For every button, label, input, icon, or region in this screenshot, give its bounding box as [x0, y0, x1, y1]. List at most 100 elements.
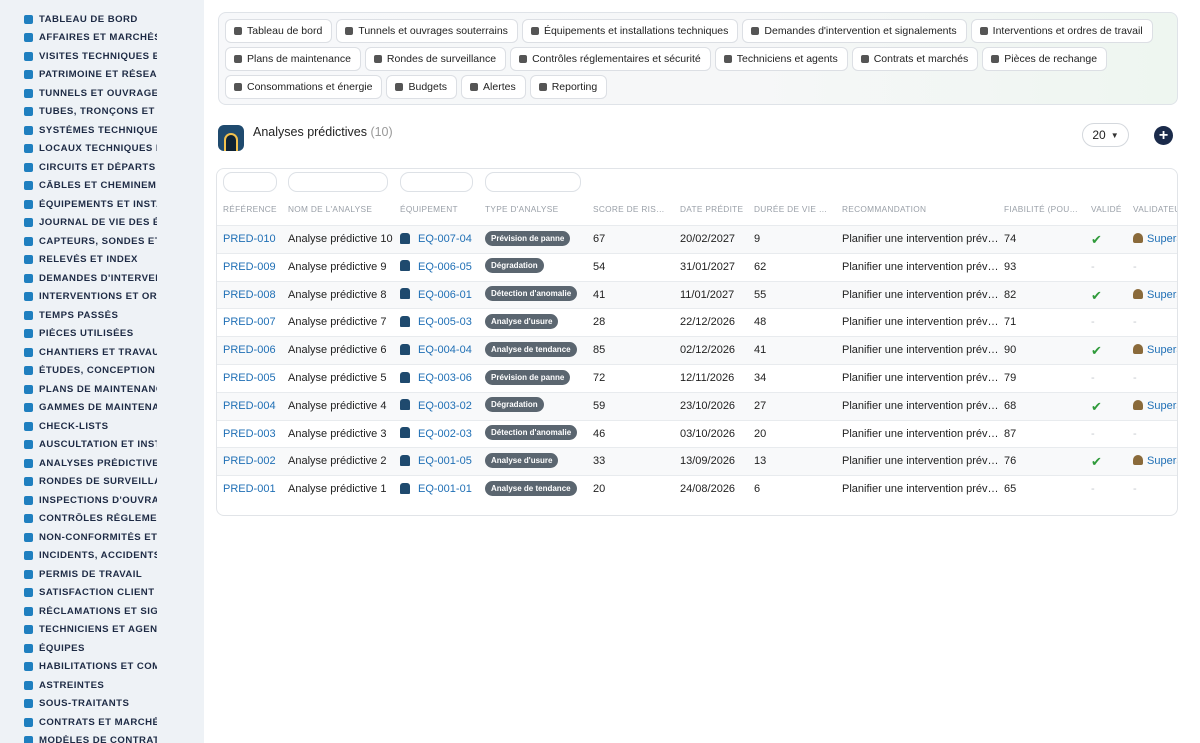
sidebar-item[interactable]: CHECK-LISTS — [0, 417, 157, 436]
sidebar-item[interactable]: TEMPS PASSÉS — [0, 306, 157, 325]
equipment-link[interactable]: EQ-005-03 — [418, 316, 472, 328]
sidebar-item[interactable]: CONTRÔLES RÉGLEMENT — [0, 510, 157, 529]
sidebar-item[interactable]: INTERVENTIONS ET ORDI — [0, 288, 157, 307]
sidebar-item[interactable]: TUBES, TRONÇONS ET ZO — [0, 103, 157, 122]
table-row[interactable]: PRED-005 Analyse prédictive 5 EQ-003-06 Pré… — [217, 363, 1177, 392]
sidebar-item[interactable]: ÉQUIPEMENTS ET INSTAL — [0, 195, 157, 214]
column-header-score[interactable]: SCORE DE RIS… — [593, 199, 673, 225]
validator-link[interactable]: Supera — [1147, 289, 1177, 301]
reference-link[interactable]: PRED-005 — [223, 372, 276, 384]
sidebar-item[interactable]: RÉCLAMATIONS ET SIGN. — [0, 602, 157, 621]
equipment-link[interactable]: EQ-002-03 — [418, 428, 472, 440]
table-row[interactable]: PRED-007 Analyse prédictive 7 EQ-005-03 Ana… — [217, 308, 1177, 336]
column-header-reference[interactable]: RÉFÉRENCE — [223, 199, 283, 225]
column-header-validated[interactable]: VALIDÉ — [1091, 199, 1129, 225]
nav-button[interactable]: Tableau de bord — [225, 19, 333, 43]
column-header-type[interactable]: TYPE D'ANALYSE — [485, 199, 590, 225]
table-row[interactable]: PRED-004 Analyse prédictive 4 EQ-003-02 Dég… — [217, 391, 1177, 420]
column-header-recommendation[interactable]: RECOMMANDATION — [842, 199, 1000, 225]
reference-link[interactable]: PRED-010 — [223, 233, 276, 245]
reference-link[interactable]: PRED-009 — [223, 261, 276, 273]
sidebar-item[interactable]: VISITES TECHNIQUES ET — [0, 47, 157, 66]
equipment-link[interactable]: EQ-004-04 — [418, 344, 472, 356]
sidebar-item[interactable]: AFFAIRES ET MARCHÉS — [0, 29, 157, 48]
sidebar-item[interactable]: PERMIS DE TRAVAIL — [0, 565, 157, 584]
reference-link[interactable]: PRED-006 — [223, 344, 276, 356]
sidebar-item[interactable]: ÉQUIPES — [0, 639, 157, 658]
validator-link[interactable]: Supera — [1147, 344, 1177, 356]
nav-button[interactable]: Contrats et marchés — [851, 47, 979, 71]
sidebar-item[interactable]: TABLEAU DE BORD — [0, 10, 157, 29]
nav-button[interactable]: Interventions et ordres de travail — [970, 19, 1153, 43]
sidebar-item[interactable]: INSPECTIONS D'OUVRAG — [0, 491, 157, 510]
table-row[interactable]: PRED-002 Analyse prédictive 2 EQ-001-05 Ana… — [217, 447, 1177, 476]
nav-button[interactable]: Pièces de rechange — [982, 47, 1108, 71]
nav-button[interactable]: Équipements et installations techniques — [521, 19, 739, 43]
reference-link[interactable]: PRED-002 — [223, 455, 276, 467]
sidebar-item[interactable]: CHANTIERS ET TRAVAUX — [0, 343, 157, 362]
equipment-link[interactable]: EQ-007-04 — [418, 233, 472, 245]
nav-button[interactable]: Techniciens et agents — [714, 47, 848, 71]
equipment-link[interactable]: EQ-006-01 — [418, 289, 472, 301]
sidebar-item[interactable]: CONTRATS ET MARCHÉS — [0, 713, 157, 732]
column-header-equipment[interactable]: ÉQUIPEMENT — [400, 199, 480, 225]
column-header-name[interactable]: NOM DE L'ANALYSE — [288, 199, 398, 225]
table-row[interactable]: PRED-010 Analyse prédictive 10 EQ-007-04 Pr… — [217, 225, 1177, 253]
sidebar-item[interactable]: ASTREINTES — [0, 676, 157, 695]
sidebar-item[interactable]: RELEVÉS ET INDEX — [0, 251, 157, 270]
table-row[interactable]: PRED-009 Analyse prédictive 9 EQ-006-05 Dég… — [217, 252, 1177, 281]
sidebar-item[interactable]: RONDES DE SURVEILLAN — [0, 473, 157, 492]
nav-button[interactable]: Contrôles réglementaires et sécurité — [510, 47, 711, 71]
column-header-validator[interactable]: VALIDATEUR — [1133, 199, 1177, 225]
reference-link[interactable]: PRED-004 — [223, 400, 276, 412]
page-size-select[interactable]: 20 ▼ — [1082, 123, 1129, 147]
equipment-link[interactable]: EQ-006-05 — [418, 261, 472, 273]
filter-equipment-input[interactable] — [400, 172, 473, 192]
validator-link[interactable]: Supera — [1147, 400, 1177, 412]
equipment-link[interactable]: EQ-001-05 — [418, 455, 472, 467]
sidebar-item[interactable]: CIRCUITS ET DÉPARTS ÉL — [0, 158, 157, 177]
filter-reference-input[interactable] — [223, 172, 277, 192]
sidebar-item[interactable]: NON-CONFORMITÉS ET A — [0, 528, 157, 547]
sidebar-item[interactable]: DEMANDES D'INTERVENT — [0, 269, 157, 288]
nav-button[interactable]: Reporting — [529, 75, 608, 99]
sidebar-item[interactable]: PIÈCES UTILISÉES — [0, 325, 157, 344]
validator-link[interactable]: Supera — [1147, 233, 1177, 245]
reference-link[interactable]: PRED-007 — [223, 316, 276, 328]
validator-link[interactable]: Supera — [1147, 455, 1177, 467]
column-header-reliability[interactable]: FIABILITÉ (POU… — [1004, 199, 1084, 225]
sidebar-item[interactable]: ANALYSES PRÉDICTIVES — [0, 454, 157, 473]
reference-link[interactable]: PRED-001 — [223, 483, 276, 495]
sidebar-item[interactable]: MODÈLES DE CONTRATS — [0, 732, 157, 743]
sidebar-item[interactable]: CÂBLES ET CHEMINEMEN — [0, 177, 157, 196]
nav-button[interactable]: Plans de maintenance — [225, 47, 361, 71]
sidebar-item[interactable]: LOCAUX TECHNIQUES ET — [0, 140, 157, 159]
sidebar-item[interactable]: AUSCULTATION ET INSTR — [0, 436, 157, 455]
sidebar-item[interactable]: HABILITATIONS ET COMP — [0, 658, 157, 677]
filter-type-input[interactable] — [485, 172, 581, 192]
nav-button[interactable]: Rondes de surveillance — [364, 47, 507, 71]
table-row[interactable]: PRED-006 Analyse prédictive 6 EQ-004-04 Ana… — [217, 336, 1177, 364]
sidebar-item[interactable]: SYSTÈMES TECHNIQUES — [0, 121, 157, 140]
sidebar-item[interactable]: TUNNELS ET OUVRAGES — [0, 84, 157, 103]
equipment-link[interactable]: EQ-003-02 — [418, 400, 472, 412]
sidebar-item[interactable]: TECHNICIENS ET AGENTS — [0, 621, 157, 640]
sidebar-item[interactable]: GAMMES DE MAINTENAN — [0, 399, 157, 418]
nav-button[interactable]: Consommations et énergie — [225, 75, 383, 99]
sidebar-item[interactable]: ÉTUDES, CONCEPTION ET — [0, 362, 157, 381]
sidebar-item[interactable]: SATISFACTION CLIENT — [0, 584, 157, 603]
reference-link[interactable]: PRED-003 — [223, 428, 276, 440]
nav-button[interactable]: Tunnels et ouvrages souterrains — [336, 19, 518, 43]
equipment-link[interactable]: EQ-003-06 — [418, 372, 472, 384]
sidebar-item[interactable]: CAPTEURS, SONDES ET C — [0, 232, 157, 251]
nav-button[interactable]: Alertes — [461, 75, 526, 99]
column-header-date[interactable]: DATE PRÉDITE — [680, 199, 752, 225]
nav-button[interactable]: Demandes d'intervention et signalements — [742, 19, 967, 43]
sidebar-item[interactable]: PATRIMOINE ET RÉSEAUX — [0, 66, 157, 85]
filter-name-input[interactable] — [288, 172, 388, 192]
sidebar-item[interactable]: SOUS-TRAITANTS — [0, 695, 157, 714]
column-header-lifetime[interactable]: DURÉE DE VIE … — [754, 199, 834, 225]
equipment-link[interactable]: EQ-001-01 — [418, 483, 472, 495]
table-row[interactable]: PRED-008 Analyse prédictive 8 EQ-006-01 Dét… — [217, 280, 1177, 309]
nav-button[interactable]: Budgets — [386, 75, 458, 99]
